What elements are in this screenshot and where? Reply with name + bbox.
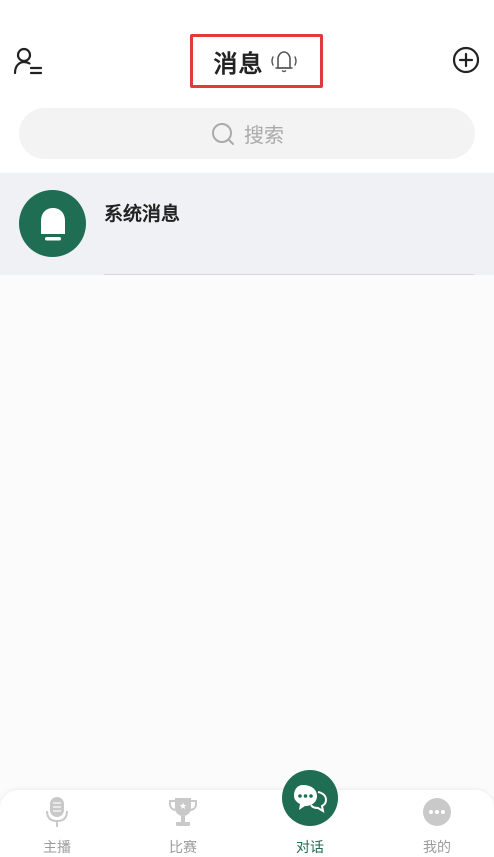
tab-live[interactable]: 主播 [7,790,107,857]
bell-icon [40,207,65,240]
search-icon [212,122,234,145]
add-button[interactable] [446,40,486,80]
icon-wrap [40,795,74,829]
avatar [19,190,86,257]
chat-icon [294,785,328,814]
search-input[interactable]: 搜索 [19,108,475,159]
contacts-button[interactable] [8,42,48,80]
plus-circle-icon [452,46,480,74]
tab-chat[interactable]: 对话 [260,770,360,857]
tab-mine[interactable]: 我的 [387,790,487,857]
svg-text:★: ★ [179,802,187,812]
tab-label: 我的 [423,840,451,856]
tab-label: 对话 [296,840,324,856]
icon-wrap [420,795,454,829]
tab-label: 比赛 [169,840,197,856]
header: 消息 搜索 [0,0,494,172]
page-title-group: 消息 [190,34,323,88]
bell-icon[interactable] [268,46,300,76]
list-item[interactable]: 系统消息 [0,173,494,275]
divider [104,274,474,275]
tab-match[interactable]: ★ 比赛 [133,790,233,857]
search-placeholder: 搜索 [244,123,284,147]
message-title: 系统消息 [104,203,181,225]
chat-button[interactable] [282,770,338,826]
tab-bar: 主播 ★ 比赛 对话 我的 [0,770,494,857]
icon-wrap: ★ [166,795,200,829]
microphone-icon [46,797,68,827]
page-title: 消息 [213,49,264,78]
tab-label: 主播 [43,840,71,856]
more-icon [423,798,451,826]
user-list-icon [13,47,43,75]
trophy-icon: ★ [169,798,197,826]
